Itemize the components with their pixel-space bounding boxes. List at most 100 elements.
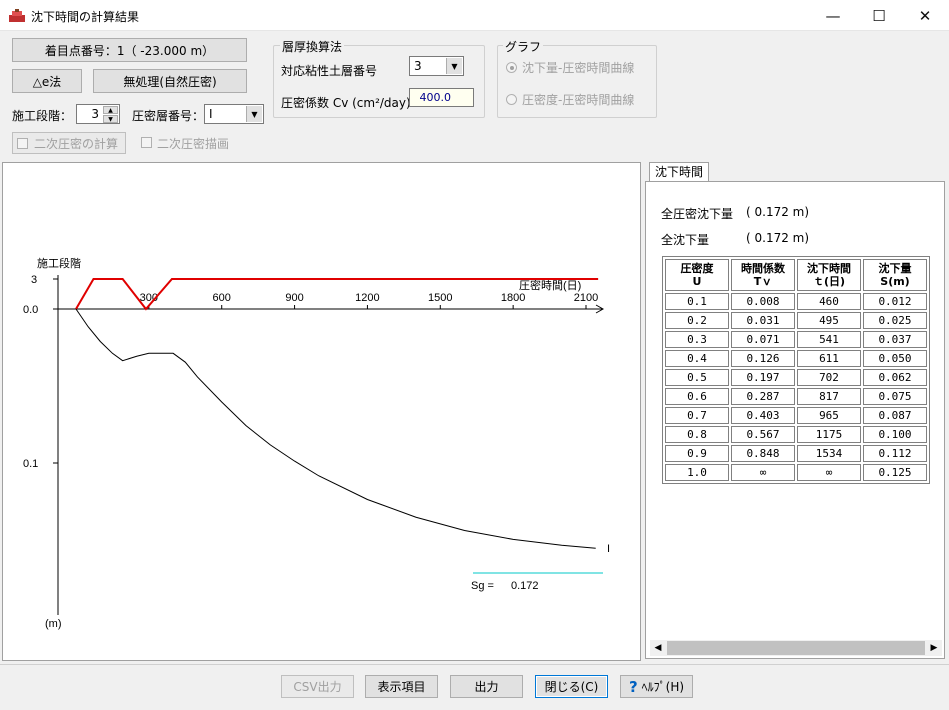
consolidation-degree-radio[interactable] bbox=[506, 94, 517, 105]
help-icon: ? bbox=[628, 677, 638, 696]
graph-canvas: 3施工段階0.00.1(m)300 600 900 1200 1500 1800 2100圧… bbox=[23, 256, 610, 630]
table-cell: 0.197 bbox=[731, 369, 795, 386]
total-consolidation-value: ( 0.172 m) bbox=[746, 205, 810, 219]
settlement-time-radio[interactable] bbox=[506, 62, 517, 73]
result-table: 圧密度 U 時間係数 Tｖ 沈下時間 ｔ(日) 沈下量 S(m) 0.1 0.008 460… bbox=[662, 256, 930, 484]
table-cell: 0.075 bbox=[863, 388, 927, 405]
x-tick-label: 1200 bbox=[355, 292, 379, 304]
csv-output-button[interactable]: CSV出力 bbox=[281, 675, 354, 698]
table-cell: 0.126 bbox=[731, 350, 795, 367]
secondary-consolidation-calc-button: 二次圧密の計算 bbox=[12, 132, 126, 154]
stage-axis-label: 施工段階 bbox=[37, 256, 81, 270]
sg-label: Sg = bbox=[471, 580, 494, 592]
construction-stage-label: 施工段階： bbox=[12, 109, 73, 123]
table-cell: 0.112 bbox=[863, 445, 927, 462]
consolidation-layer-select[interactable]: I ▼ bbox=[204, 104, 264, 124]
sg-value: 0.172 bbox=[511, 580, 539, 592]
table-cell: 0.1 bbox=[665, 293, 729, 310]
checkbox-icon bbox=[17, 138, 28, 149]
header-consolidation-degree: 圧密度 U bbox=[665, 259, 729, 291]
secondary-draw-checkbox bbox=[141, 137, 152, 148]
table-row: 0.8 0.567 1175 0.100 bbox=[665, 426, 927, 443]
x-tick-label: 2100 bbox=[574, 292, 598, 304]
table-row: 0.5 0.197 702 0.062 bbox=[665, 369, 927, 386]
table-cell: 0.9 bbox=[665, 445, 729, 462]
table-cell: 0.037 bbox=[863, 331, 927, 348]
header-settlement-time: 沈下時間 ｔ(日) bbox=[797, 259, 861, 291]
table-row: 0.9 0.848 1534 0.112 bbox=[665, 445, 927, 462]
point-number-button[interactable]: 着目点番号：1（ -23.000 m） bbox=[12, 38, 247, 62]
table-row: 0.3 0.071 541 0.037 bbox=[665, 331, 927, 348]
clay-layer-value: 3 bbox=[414, 59, 422, 73]
minimize-button[interactable]: — bbox=[810, 0, 856, 31]
table-cell: 0.7 bbox=[665, 407, 729, 424]
table-cell: 1175 bbox=[797, 426, 861, 443]
scroll-left-icon[interactable]: ◀ bbox=[650, 640, 666, 656]
table-cell: 0.050 bbox=[863, 350, 927, 367]
settlement-time-option: 沈下量-圧密時間曲線 bbox=[522, 61, 635, 75]
construction-stage-value: 3 bbox=[91, 107, 99, 121]
spin-down-icon[interactable]: ▼ bbox=[103, 115, 118, 123]
horizontal-scrollbar[interactable]: ◀ ▶ bbox=[650, 640, 942, 656]
table-cell: 0.087 bbox=[863, 407, 927, 424]
table-row: 0.4 0.126 611 0.050 bbox=[665, 350, 927, 367]
table-cell: ∞ bbox=[797, 464, 861, 481]
no-treatment-button[interactable]: 無処理(自然圧密) bbox=[93, 69, 247, 93]
delta-e-method-button[interactable]: △e法 bbox=[12, 69, 82, 93]
close-window-button[interactable]: ✕ bbox=[902, 0, 948, 31]
x-tick-label: 1500 bbox=[428, 292, 452, 304]
cv-input[interactable]: 400.0 bbox=[409, 88, 474, 107]
clay-layer-select[interactable]: 3 ▼ bbox=[409, 56, 464, 76]
result-panel: 全圧密沈下量 ( 0.172 m) 全沈下量 ( 0.172 m) 圧密度 U 時… bbox=[645, 181, 945, 659]
layer-conversion-title: 層厚換算法 bbox=[280, 38, 345, 55]
window-title: 沈下時間の計算結果 bbox=[31, 10, 140, 24]
secondary-draw-label: 二次圧密描画 bbox=[157, 137, 230, 151]
table-row: 0.6 0.287 817 0.075 bbox=[665, 388, 927, 405]
help-button[interactable]: ? ﾍﾙﾌﾟ(H) bbox=[620, 675, 693, 698]
title-bar: 沈下時間の計算結果 — ☐ ✕ bbox=[0, 0, 949, 31]
total-settlement-label: 全沈下量 bbox=[661, 233, 710, 247]
scroll-thumb[interactable] bbox=[667, 641, 925, 655]
scroll-right-icon[interactable]: ▶ bbox=[926, 640, 942, 656]
table-cell: 0.071 bbox=[731, 331, 795, 348]
table-cell: 0.5 bbox=[665, 369, 729, 386]
table-cell: 1534 bbox=[797, 445, 861, 462]
table-cell: 0.062 bbox=[863, 369, 927, 386]
total-consolidation-label: 全圧密沈下量 bbox=[661, 207, 734, 221]
table-header-row: 圧密度 U 時間係数 Tｖ 沈下時間 ｔ(日) 沈下量 S(m) bbox=[665, 259, 927, 291]
maximize-button[interactable]: ☐ bbox=[856, 0, 902, 31]
output-button[interactable]: 出力 bbox=[450, 675, 523, 698]
table-cell: 0.3 bbox=[665, 331, 729, 348]
table-row: 0.7 0.403 965 0.087 bbox=[665, 407, 927, 424]
spin-up-icon[interactable]: ▲ bbox=[103, 106, 118, 114]
table-cell: 0.287 bbox=[731, 388, 795, 405]
table-cell: 0.567 bbox=[731, 426, 795, 443]
close-button[interactable]: 閉じる(C) bbox=[535, 675, 608, 698]
table-cell: 0.012 bbox=[863, 293, 927, 310]
table-row: 1.0 ∞ ∞ 0.125 bbox=[665, 464, 927, 481]
graph-type-title: グラフ bbox=[503, 38, 544, 55]
tab-settlement-time[interactable]: 沈下時間 bbox=[649, 162, 710, 182]
settlement-curve bbox=[75, 308, 596, 549]
construction-stage-spinner[interactable]: 3 ▲ ▼ bbox=[76, 104, 120, 124]
chevron-down-icon[interactable]: ▼ bbox=[446, 58, 462, 74]
x-axis-label: 圧密時間(日) bbox=[519, 278, 581, 292]
y-tick-label: 0.1 bbox=[23, 458, 38, 470]
table-cell: 0.403 bbox=[731, 407, 795, 424]
consolidation-degree-option: 圧密度-圧密時間曲線 bbox=[522, 93, 635, 107]
table-cell: 0.6 bbox=[665, 388, 729, 405]
display-items-button[interactable]: 表示項目 bbox=[365, 675, 438, 698]
cv-label: 圧密係数 Cv (cm²/day) bbox=[281, 96, 411, 110]
x-tick-label: 1800 bbox=[501, 292, 525, 304]
table-row: 0.1 0.008 460 0.012 bbox=[665, 293, 927, 310]
chevron-down-icon[interactable]: ▼ bbox=[246, 106, 262, 122]
table-cell: 611 bbox=[797, 350, 861, 367]
table-cell: 541 bbox=[797, 331, 861, 348]
table-cell: 0.025 bbox=[863, 312, 927, 329]
y-unit-label: (m) bbox=[45, 618, 62, 630]
table-cell: 460 bbox=[797, 293, 861, 310]
table-cell: 1.0 bbox=[665, 464, 729, 481]
table-cell: 0.125 bbox=[863, 464, 927, 481]
consolidation-layer-value: I bbox=[209, 107, 213, 121]
table-cell: 495 bbox=[797, 312, 861, 329]
